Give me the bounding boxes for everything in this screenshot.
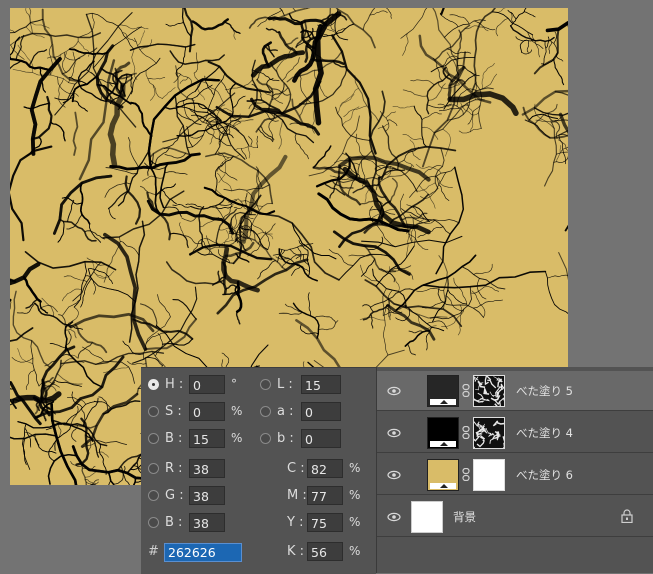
- cyan-label: C :: [287, 460, 305, 476]
- brightness-row: B : 15 %: [148, 428, 243, 448]
- saturation-field[interactable]: 0: [189, 401, 225, 421]
- red-field[interactable]: 38: [189, 458, 225, 478]
- yellow-field[interactable]: 75: [307, 512, 343, 532]
- link-icon[interactable]: [462, 384, 470, 397]
- layer-name: べた塗り 5: [516, 384, 573, 398]
- black-label: K :: [287, 543, 305, 559]
- lab-a-radio[interactable]: [260, 405, 271, 417]
- eye-icon[interactable]: [387, 468, 401, 482]
- hue-label: H :: [165, 376, 184, 392]
- cyan-field[interactable]: 82: [307, 458, 343, 478]
- green-row: G : 38: [148, 485, 225, 505]
- layer-row-background[interactable]: 背景: [377, 497, 653, 537]
- hex-label: #: [148, 544, 159, 559]
- layer-row[interactable]: べた塗り 5: [377, 371, 653, 413]
- layers-panel: べた塗り 5 べた塗り 4 べた塗り 6 背景: [376, 367, 653, 573]
- layer-name: べた塗り 4: [516, 426, 573, 440]
- lab-l-radio[interactable]: [260, 378, 271, 390]
- hex-input[interactable]: 262626: [164, 543, 242, 562]
- hue-field[interactable]: 0: [189, 374, 225, 394]
- green-label: G :: [165, 487, 184, 503]
- saturation-unit: %: [231, 404, 243, 418]
- link-icon[interactable]: [462, 468, 470, 481]
- fill-color-thumbnail[interactable]: [427, 459, 459, 491]
- layer-mask-thumbnail[interactable]: [473, 459, 505, 491]
- black-field[interactable]: 56: [307, 541, 343, 561]
- brightness-unit: %: [231, 431, 243, 445]
- black-unit: %: [349, 544, 361, 558]
- lab-b-field[interactable]: 0: [301, 428, 341, 448]
- layer-row[interactable]: べた塗り 6: [377, 455, 653, 495]
- brightness-radio[interactable]: [148, 432, 159, 444]
- eye-icon[interactable]: [387, 384, 401, 398]
- blue-radio[interactable]: [148, 516, 159, 528]
- eye-icon[interactable]: [387, 510, 401, 524]
- magenta-label: M :: [287, 487, 307, 503]
- fill-color-thumbnail[interactable]: [427, 375, 459, 407]
- lab-a-field[interactable]: 0: [301, 401, 341, 421]
- layer-mask-thumbnail[interactable]: [463, 374, 508, 413]
- yellow-row: Y : 75 %: [287, 512, 361, 532]
- blue-field[interactable]: 38: [189, 512, 225, 532]
- fill-color-thumbnail[interactable]: [427, 417, 459, 449]
- link-icon[interactable]: [462, 426, 470, 439]
- layer-thumbnail[interactable]: [411, 501, 443, 533]
- green-field[interactable]: 38: [189, 485, 225, 505]
- hue-row: H : 0 °: [148, 374, 243, 394]
- cyan-row: C : 82 %: [287, 458, 361, 478]
- layer-name: 背景: [453, 510, 476, 524]
- cyan-unit: %: [349, 461, 361, 475]
- black-row: K : 56 %: [287, 541, 361, 561]
- layer-mask-thumbnail[interactable]: [470, 417, 511, 451]
- layer-row[interactable]: べた塗り 4: [377, 413, 653, 453]
- red-radio[interactable]: [148, 462, 159, 474]
- saturation-radio[interactable]: [148, 405, 159, 417]
- blue-row: B : 38: [148, 512, 225, 532]
- brightness-field[interactable]: 15: [189, 428, 225, 448]
- brightness-label: B :: [165, 430, 183, 446]
- color-picker-panel: H : 0 ° S : 0 % B : 15 % L : 15 a : 0 b …: [141, 367, 376, 574]
- lab-b-label: b :: [277, 430, 294, 446]
- green-radio[interactable]: [148, 489, 159, 501]
- lab-l-field[interactable]: 15: [301, 374, 341, 394]
- red-label: R :: [165, 460, 183, 476]
- magenta-row: M : 77 %: [287, 485, 361, 505]
- blue-label: B :: [165, 514, 183, 530]
- magenta-field[interactable]: 77: [307, 485, 343, 505]
- lab-b-radio[interactable]: [260, 432, 271, 444]
- eye-icon[interactable]: [387, 426, 401, 440]
- lab-a-row: a : 0: [260, 401, 341, 421]
- red-row: R : 38: [148, 458, 225, 478]
- lab-a-label: a :: [277, 403, 294, 419]
- yellow-unit: %: [349, 515, 361, 529]
- magenta-unit: %: [349, 488, 361, 502]
- hue-unit: °: [231, 377, 237, 391]
- lock-icon: [621, 509, 633, 523]
- saturation-row: S : 0 %: [148, 401, 243, 421]
- hue-radio[interactable]: [148, 378, 159, 390]
- yellow-label: Y :: [287, 514, 304, 530]
- lab-b-row: b : 0: [260, 428, 341, 448]
- saturation-label: S :: [165, 403, 182, 419]
- lab-l-label: L :: [277, 376, 293, 392]
- lab-l-row: L : 15: [260, 374, 341, 394]
- layer-name: べた塗り 6: [516, 468, 573, 482]
